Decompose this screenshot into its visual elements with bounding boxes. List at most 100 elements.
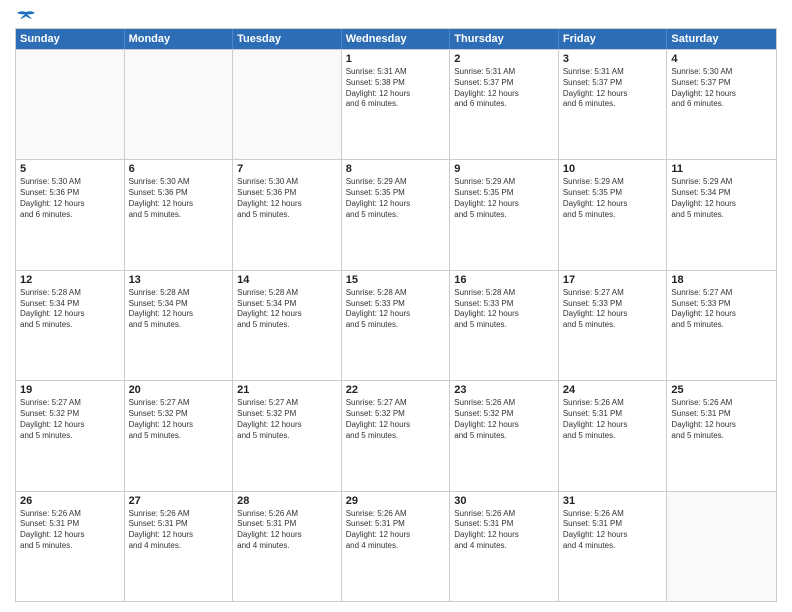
cell-info: Sunrise: 5:31 AM Sunset: 5:37 PM Dayligh… <box>454 67 554 110</box>
cell-day-number: 25 <box>671 384 772 396</box>
calendar-header-tuesday: Tuesday <box>233 29 342 49</box>
cell-day-number: 5 <box>20 163 120 175</box>
cell-info: Sunrise: 5:26 AM Sunset: 5:31 PM Dayligh… <box>563 509 663 552</box>
cell-day-number: 19 <box>20 384 120 396</box>
cell-info: Sunrise: 5:26 AM Sunset: 5:31 PM Dayligh… <box>129 509 229 552</box>
calendar-cell: 3Sunrise: 5:31 AM Sunset: 5:37 PM Daylig… <box>559 50 668 159</box>
cell-info: Sunrise: 5:27 AM Sunset: 5:33 PM Dayligh… <box>563 288 663 331</box>
calendar-cell: 6 Sunrise: 5:30 AM Sunset: 5:36 PM Daylig… <box>125 160 234 269</box>
calendar-cell: 30 Sunrise: 5:26 AM Sunset: 5:31 PM Dayli… <box>450 492 559 601</box>
cell-info: Sunrise: 5:26 AM Sunset: 5:32 PM Dayligh… <box>454 398 554 441</box>
cell-day-number: 31 <box>563 495 663 507</box>
calendar-cell: 20 Sunrise: 5:27 AM Sunset: 5:32 PM Dayli… <box>125 381 234 490</box>
cell-info: Sunrise: 5:29 AM Sunset: 5:35 PM Dayligh… <box>346 177 446 220</box>
cell-info: Sunrise: 5:26 AM Sunset: 5:31 PM Dayligh… <box>454 509 554 552</box>
calendar-row-2: 5 Sunrise: 5:30 AM Sunset: 5:36 PM Daylig… <box>16 159 776 269</box>
calendar-body: 1Sunrise: 5:31 AM Sunset: 5:38 PM Daylig… <box>16 49 776 601</box>
calendar-cell: 8Sunrise: 5:29 AM Sunset: 5:35 PM Daylig… <box>342 160 451 269</box>
cell-day-number: 24 <box>563 384 663 396</box>
cell-info: Sunrise: 5:30 AM Sunset: 5:36 PM Dayligh… <box>237 177 337 220</box>
cell-info: Sunrise: 5:27 AM Sunset: 5:33 PM Dayligh… <box>671 288 772 331</box>
calendar-cell: 31 Sunrise: 5:26 AM Sunset: 5:31 PM Dayli… <box>559 492 668 601</box>
cell-info: Sunrise: 5:30 AM Sunset: 5:36 PM Dayligh… <box>20 177 120 220</box>
calendar-cell: 1Sunrise: 5:31 AM Sunset: 5:38 PM Daylig… <box>342 50 451 159</box>
calendar-cell: 13 Sunrise: 5:28 AM Sunset: 5:34 PM Dayli… <box>125 271 234 380</box>
cell-day-number: 30 <box>454 495 554 507</box>
cell-info: Sunrise: 5:27 AM Sunset: 5:32 PM Dayligh… <box>237 398 337 441</box>
calendar-cell: 16 Sunrise: 5:28 AM Sunset: 5:33 PM Dayli… <box>450 271 559 380</box>
cell-info: Sunrise: 5:26 AM Sunset: 5:31 PM Dayligh… <box>20 509 120 552</box>
calendar-row-5: 26 Sunrise: 5:26 AM Sunset: 5:31 PM Dayli… <box>16 491 776 601</box>
calendar-cell: 18 Sunrise: 5:27 AM Sunset: 5:33 PM Dayli… <box>667 271 776 380</box>
cell-day-number: 15 <box>346 274 446 286</box>
cell-day-number: 29 <box>346 495 446 507</box>
cell-day-number: 4 <box>671 53 772 65</box>
calendar-cell: 15 Sunrise: 5:28 AM Sunset: 5:33 PM Dayli… <box>342 271 451 380</box>
cell-day-number: 21 <box>237 384 337 396</box>
calendar-cell: 28Sunrise: 5:26 AM Sunset: 5:31 PM Dayli… <box>233 492 342 601</box>
cell-day-number: 28 <box>237 495 337 507</box>
cell-day-number: 14 <box>237 274 337 286</box>
calendar-cell: 26 Sunrise: 5:26 AM Sunset: 5:31 PM Dayli… <box>16 492 125 601</box>
cell-day-number: 18 <box>671 274 772 286</box>
cell-day-number: 11 <box>671 163 772 175</box>
calendar-cell: 9Sunrise: 5:29 AM Sunset: 5:35 PM Daylig… <box>450 160 559 269</box>
calendar-header-sunday: Sunday <box>16 29 125 49</box>
calendar-header-row: SundayMondayTuesdayWednesdayThursdayFrid… <box>16 29 776 49</box>
cell-day-number: 17 <box>563 274 663 286</box>
calendar-cell <box>233 50 342 159</box>
cell-info: Sunrise: 5:27 AM Sunset: 5:32 PM Dayligh… <box>129 398 229 441</box>
cell-info: Sunrise: 5:28 AM Sunset: 5:34 PM Dayligh… <box>20 288 120 331</box>
cell-info: Sunrise: 5:26 AM Sunset: 5:31 PM Dayligh… <box>563 398 663 441</box>
calendar-cell: 4Sunrise: 5:30 AM Sunset: 5:37 PM Daylig… <box>667 50 776 159</box>
calendar-cell: 22Sunrise: 5:27 AM Sunset: 5:32 PM Dayli… <box>342 381 451 490</box>
cell-info: Sunrise: 5:29 AM Sunset: 5:35 PM Dayligh… <box>454 177 554 220</box>
cell-info: Sunrise: 5:28 AM Sunset: 5:34 PM Dayligh… <box>129 288 229 331</box>
calendar-header-wednesday: Wednesday <box>342 29 451 49</box>
cell-info: Sunrise: 5:29 AM Sunset: 5:35 PM Dayligh… <box>563 177 663 220</box>
cell-info: Sunrise: 5:26 AM Sunset: 5:31 PM Dayligh… <box>671 398 772 441</box>
calendar-cell: 10 Sunrise: 5:29 AM Sunset: 5:35 PM Dayli… <box>559 160 668 269</box>
cell-day-number: 10 <box>563 163 663 175</box>
calendar-cell <box>16 50 125 159</box>
cell-info: Sunrise: 5:28 AM Sunset: 5:33 PM Dayligh… <box>454 288 554 331</box>
calendar-cell: 14 Sunrise: 5:28 AM Sunset: 5:34 PM Dayli… <box>233 271 342 380</box>
cell-day-number: 6 <box>129 163 229 175</box>
cell-day-number: 7 <box>237 163 337 175</box>
calendar-cell: 21 Sunrise: 5:27 AM Sunset: 5:32 PM Dayli… <box>233 381 342 490</box>
cell-day-number: 27 <box>129 495 229 507</box>
cell-day-number: 26 <box>20 495 120 507</box>
cell-info: Sunrise: 5:27 AM Sunset: 5:32 PM Dayligh… <box>346 398 446 441</box>
cell-info: Sunrise: 5:30 AM Sunset: 5:36 PM Dayligh… <box>129 177 229 220</box>
calendar-cell: 23Sunrise: 5:26 AM Sunset: 5:32 PM Dayli… <box>450 381 559 490</box>
calendar-cell: 12Sunrise: 5:28 AM Sunset: 5:34 PM Dayli… <box>16 271 125 380</box>
calendar-cell: 27 Sunrise: 5:26 AM Sunset: 5:31 PM Dayli… <box>125 492 234 601</box>
calendar-cell: 19 Sunrise: 5:27 AM Sunset: 5:32 PM Dayli… <box>16 381 125 490</box>
calendar-cell: 29 Sunrise: 5:26 AM Sunset: 5:31 PM Dayli… <box>342 492 451 601</box>
cell-day-number: 1 <box>346 53 446 65</box>
calendar-row-3: 12Sunrise: 5:28 AM Sunset: 5:34 PM Dayli… <box>16 270 776 380</box>
cell-day-number: 2 <box>454 53 554 65</box>
calendar-cell <box>125 50 234 159</box>
calendar-header-monday: Monday <box>125 29 234 49</box>
cell-day-number: 20 <box>129 384 229 396</box>
calendar-header-thursday: Thursday <box>450 29 559 49</box>
page: SundayMondayTuesdayWednesdayThursdayFrid… <box>0 0 792 612</box>
cell-day-number: 16 <box>454 274 554 286</box>
cell-day-number: 13 <box>129 274 229 286</box>
logo <box>15 10 35 20</box>
cell-info: Sunrise: 5:28 AM Sunset: 5:34 PM Dayligh… <box>237 288 337 331</box>
calendar-row-4: 19 Sunrise: 5:27 AM Sunset: 5:32 PM Dayli… <box>16 380 776 490</box>
header <box>15 10 777 20</box>
calendar-cell <box>667 492 776 601</box>
cell-info: Sunrise: 5:28 AM Sunset: 5:33 PM Dayligh… <box>346 288 446 331</box>
calendar-cell: 2 Sunrise: 5:31 AM Sunset: 5:37 PM Daylig… <box>450 50 559 159</box>
calendar-cell: 7 Sunrise: 5:30 AM Sunset: 5:36 PM Daylig… <box>233 160 342 269</box>
cell-info: Sunrise: 5:26 AM Sunset: 5:31 PM Dayligh… <box>346 509 446 552</box>
calendar-cell: 25 Sunrise: 5:26 AM Sunset: 5:31 PM Dayli… <box>667 381 776 490</box>
calendar-cell: 17 Sunrise: 5:27 AM Sunset: 5:33 PM Dayli… <box>559 271 668 380</box>
cell-info: Sunrise: 5:27 AM Sunset: 5:32 PM Dayligh… <box>20 398 120 441</box>
calendar-header-saturday: Saturday <box>667 29 776 49</box>
calendar-cell: 24 Sunrise: 5:26 AM Sunset: 5:31 PM Dayli… <box>559 381 668 490</box>
calendar-header-friday: Friday <box>559 29 668 49</box>
